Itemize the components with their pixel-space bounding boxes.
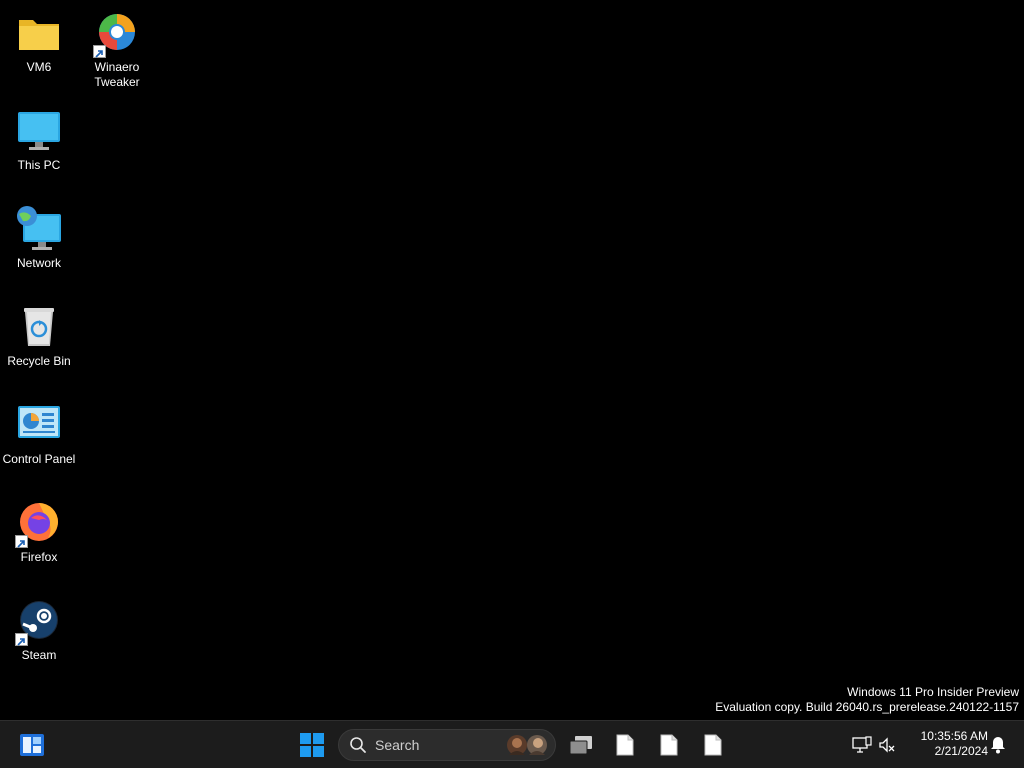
- desktop-icon-label: VM6: [26, 60, 52, 74]
- notifications-button[interactable]: [984, 725, 1012, 765]
- taskbar-app-1[interactable]: [605, 725, 645, 765]
- desktop-icon-label: Control Panel: [2, 452, 76, 466]
- start-button[interactable]: [292, 725, 332, 765]
- widgets-button[interactable]: [12, 725, 52, 765]
- clock-time: 10:35:56 AM: [920, 729, 988, 743]
- watermark-edition: Windows 11 Pro Insider Preview: [847, 685, 1019, 699]
- taskbar: Search 10:35:56 AM 2/21/2024: [0, 720, 1024, 768]
- document-icon: [616, 734, 634, 756]
- search-highlight-icon: [507, 735, 547, 755]
- desktop-icon-winaero-tweaker[interactable]: Winaero Tweaker: [78, 10, 156, 90]
- network-status-icon: [852, 736, 872, 753]
- shortcut-arrow-icon: [15, 633, 28, 646]
- volume-muted-icon: [879, 737, 895, 753]
- desktop-icon-vm6[interactable]: VM6: [0, 10, 78, 75]
- desktop-icon-steam[interactable]: Steam: [0, 598, 78, 663]
- bell-icon: [991, 737, 1005, 754]
- steam-icon: [15, 598, 63, 646]
- this-pc-icon: [15, 108, 63, 156]
- search-icon: [350, 737, 366, 753]
- desktop-icon-control-panel[interactable]: Control Panel: [0, 402, 78, 467]
- taskbar-search-box[interactable]: Search: [338, 729, 556, 761]
- network-icon: [15, 206, 63, 254]
- taskbar-clock[interactable]: 10:35:56 AM 2/21/2024: [906, 729, 988, 759]
- folder-icon: [15, 10, 63, 58]
- desktop-icon-this-pc[interactable]: This PC: [0, 108, 78, 173]
- desktop-icon-label: Steam: [21, 648, 57, 662]
- watermark-build: Evaluation copy. Build 26040.rs_prerelea…: [715, 700, 1019, 714]
- task-view-button[interactable]: [561, 725, 601, 765]
- system-tray-quick-settings[interactable]: [846, 725, 902, 765]
- desktop-icon-label: Winaero Tweaker: [94, 60, 140, 89]
- firefox-icon: [15, 500, 63, 548]
- windows-watermark: Windows 11 Pro Insider Preview Evaluatio…: [715, 685, 1019, 715]
- shortcut-arrow-icon: [15, 535, 28, 548]
- taskbar-app-3[interactable]: [693, 725, 733, 765]
- winaero-tweaker-icon: [93, 10, 141, 58]
- task-view-icon: [569, 736, 592, 755]
- control-panel-icon: [15, 402, 63, 450]
- shortcut-arrow-icon: [93, 45, 106, 58]
- desktop-icon-recycle-bin[interactable]: Recycle Bin: [0, 304, 78, 369]
- widgets-icon: [20, 734, 44, 756]
- document-icon: [704, 734, 722, 756]
- desktop-icon-label: This PC: [17, 158, 61, 172]
- desktop-icon-label: Recycle Bin: [7, 354, 71, 368]
- desktop-icon-firefox[interactable]: Firefox: [0, 500, 78, 565]
- clock-date: 2/21/2024: [934, 744, 988, 758]
- desktop: VM6 Winaero Tweaker This PC Network Recy…: [0, 0, 1024, 720]
- desktop-icon-label: Network: [16, 256, 61, 270]
- search-placeholder: Search: [375, 737, 420, 753]
- desktop-icon-network[interactable]: Network: [0, 206, 78, 271]
- desktop-icon-label: Firefox: [20, 550, 58, 564]
- windows-logo-icon: [300, 733, 324, 757]
- recycle-bin-icon: [15, 304, 63, 352]
- taskbar-app-2[interactable]: [649, 725, 689, 765]
- document-icon: [660, 734, 678, 756]
